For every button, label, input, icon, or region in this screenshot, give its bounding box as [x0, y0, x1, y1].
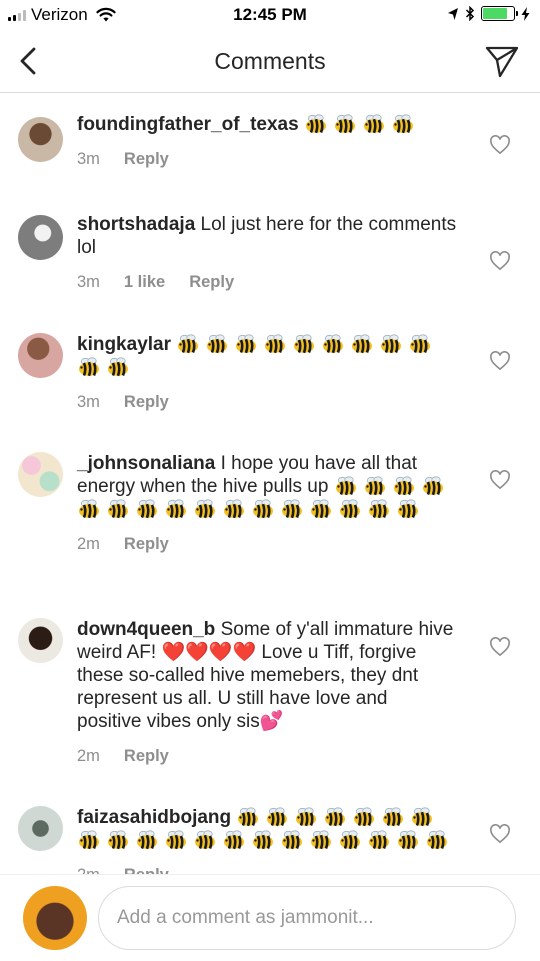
like-heart-icon[interactable] [489, 824, 511, 844]
battery-icon [481, 6, 518, 21]
bee-emoji-icon [253, 499, 273, 519]
comment-composer [0, 874, 540, 961]
bee-emoji-icon [340, 830, 360, 850]
comment-time: 3m [77, 393, 100, 411]
like-heart-icon[interactable] [489, 637, 511, 657]
reply-button[interactable]: Reply [124, 747, 169, 765]
bee-emoji-icon [137, 830, 157, 850]
current-user-avatar [23, 886, 87, 950]
bee-emoji-icon [354, 807, 375, 827]
bee-emoji-icon [108, 830, 128, 850]
status-icons [447, 6, 530, 21]
bee-emoji-icon [334, 114, 355, 134]
comment-username[interactable]: kingkaylar [77, 334, 171, 355]
bee-emoji-icon [369, 499, 389, 519]
avatar[interactable] [18, 215, 63, 260]
bee-emoji-icon [282, 499, 302, 519]
bee-emoji-icon [195, 499, 215, 519]
comment-username[interactable]: shortshadaja [77, 214, 195, 235]
like-heart-icon[interactable] [489, 470, 511, 490]
reply-button[interactable]: Reply [124, 393, 169, 411]
bee-emoji-icon [253, 830, 273, 850]
bee-emoji-icon [398, 499, 418, 519]
bee-emoji-icon [267, 807, 288, 827]
bee-emoji-icon [325, 807, 346, 827]
bee-emoji-icon [398, 830, 418, 850]
status-bar: Verizon 12:45 PM [0, 0, 540, 30]
bee-emoji-icon [363, 114, 384, 134]
share-button[interactable] [484, 43, 520, 79]
bee-emoji-icon [393, 476, 414, 496]
bee-emoji-icon [108, 499, 128, 519]
reply-button[interactable]: Reply [124, 150, 169, 168]
comment-username[interactable]: faizasahidbojang [77, 807, 231, 828]
bee-emoji-icon [352, 334, 373, 354]
reply-button[interactable]: Reply [124, 535, 169, 553]
bee-emoji-icon [392, 114, 413, 134]
comment-time: 2m [77, 535, 100, 553]
like-count[interactable]: 1 like [124, 273, 165, 291]
comment-time: 3m [77, 150, 100, 168]
bee-emoji-icon [410, 334, 431, 354]
comment-list[interactable]: foundingfather_of_texas 3m Reply shortsha… [0, 93, 540, 874]
like-heart-icon[interactable] [489, 135, 511, 155]
bee-emoji-icon [422, 476, 443, 496]
bee-emoji-icon [323, 334, 344, 354]
bee-emoji-icon [137, 499, 157, 519]
bee-emoji-icon [282, 830, 302, 850]
bee-emoji-icon [412, 807, 433, 827]
bee-emoji-icon [296, 807, 317, 827]
bee-emoji-icon [340, 499, 360, 519]
comment-time: 2m [77, 866, 100, 874]
location-arrow-icon [448, 7, 458, 20]
comment-username[interactable]: down4queen_b [77, 619, 215, 640]
like-heart-icon[interactable] [489, 351, 511, 371]
bee-emoji-icon [311, 830, 331, 850]
bee-emoji-icon [381, 334, 402, 354]
bee-emoji-icon [294, 334, 315, 354]
bee-emoji-icon [427, 830, 447, 850]
bee-emoji-icon [178, 334, 199, 354]
bee-emoji-icon [224, 499, 244, 519]
avatar[interactable] [18, 452, 63, 497]
bee-emoji-icon [79, 499, 99, 519]
bee-emoji-icon [265, 334, 286, 354]
comments-header: Comments [0, 30, 540, 93]
reply-button[interactable]: Reply [189, 273, 234, 291]
bee-emojis [304, 114, 415, 135]
bee-emoji-icon [364, 476, 385, 496]
bee-emoji-icon [166, 830, 186, 850]
comment-time: 2m [77, 747, 100, 765]
bee-emoji-icon [305, 114, 326, 134]
bee-emoji-icon [207, 334, 228, 354]
bee-emoji-icon [311, 499, 331, 519]
comment-time: 3m [77, 273, 100, 291]
bee-emoji-icon [79, 357, 99, 377]
bee-emoji-icon [369, 830, 389, 850]
like-heart-icon[interactable] [489, 251, 511, 271]
comment-username[interactable]: _johnsonaliana [77, 453, 215, 474]
charging-bolt-icon [521, 6, 530, 21]
reply-button[interactable]: Reply [124, 866, 169, 874]
avatar[interactable] [18, 117, 63, 162]
bee-emoji-icon [195, 830, 215, 850]
avatar[interactable] [18, 806, 63, 851]
bee-emoji-icon [224, 830, 244, 850]
comment-username[interactable]: foundingfather_of_texas [77, 114, 299, 135]
bee-emoji-icon [166, 499, 186, 519]
page-title: Comments [214, 48, 326, 74]
bee-emoji-icon [383, 807, 404, 827]
bee-emoji-icon [79, 830, 99, 850]
bee-emoji-icon [335, 476, 356, 496]
bee-emoji-icon [238, 807, 259, 827]
avatar[interactable] [18, 333, 63, 378]
avatar[interactable] [18, 618, 63, 663]
bee-emoji-icon [236, 334, 257, 354]
bluetooth-icon [465, 6, 475, 21]
comment-input[interactable] [98, 886, 516, 950]
bee-emoji-icon [108, 357, 128, 377]
